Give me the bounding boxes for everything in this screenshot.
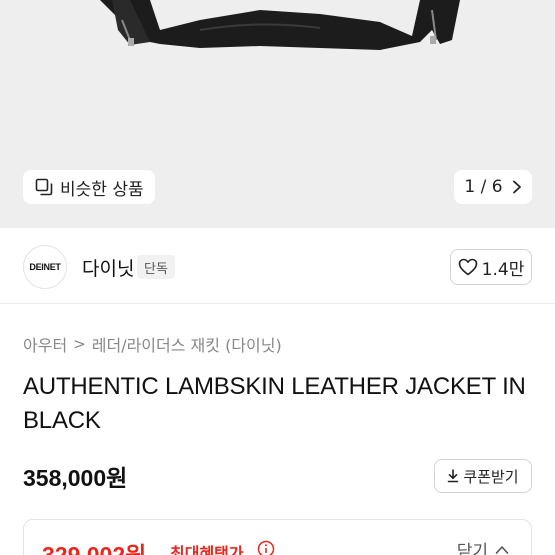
like-count: 1.4만	[481, 259, 525, 280]
brand-logo[interactable]: DEINET	[23, 245, 67, 289]
product-image-gallery[interactable]: 비슷한 상품 1 / 6	[0, 0, 555, 228]
breadcrumb-item-outer[interactable]: 아우터	[23, 332, 67, 356]
max-benefit-label: 최대혜택가	[170, 544, 244, 555]
brand-logo-text: DEINET	[29, 262, 61, 272]
similar-products-button[interactable]: 비슷한 상품	[23, 170, 155, 204]
info-circle-icon[interactable]	[257, 540, 275, 555]
similar-products-label: 비슷한 상품	[60, 179, 144, 200]
benefit-toggle-button[interactable]: 닫기	[457, 537, 509, 555]
product-title: AUTHENTIC LAMBSKIN LEATHER JACKET IN BLA…	[23, 373, 526, 434]
product-image	[100, 0, 460, 50]
download-icon	[448, 469, 459, 483]
chevron-right-icon	[512, 180, 521, 194]
breadcrumb-separator: >	[73, 335, 86, 353]
benefit-toggle-label: 닫기	[456, 542, 488, 555]
similar-products-icon	[35, 178, 53, 196]
divider	[0, 303, 555, 304]
max-benefit-price: 329,002원	[42, 542, 147, 555]
brand-name[interactable]: 다이닛	[82, 254, 134, 281]
coupon-download-button[interactable]: 쿠폰받기	[434, 459, 532, 493]
coupon-label: 쿠폰받기	[463, 467, 519, 486]
breadcrumb-item-leather-jacket[interactable]: 레더/라이더스 재킷 (다이닛)	[92, 332, 282, 356]
breadcrumb: 아우터 > 레더/라이더스 재킷 (다이닛)	[23, 332, 282, 356]
brand-row: DEINET 다이닛 단독 1.4만	[0, 245, 555, 289]
product-price: 358,000원	[23, 465, 128, 491]
max-benefit-panel: 329,002원 최대혜택가 닫기	[23, 519, 532, 555]
pager-text: 1 / 6	[464, 177, 503, 197]
chevron-up-icon	[495, 545, 509, 554]
heart-icon	[458, 258, 477, 276]
exclusive-badge: 단독	[137, 255, 175, 279]
image-pager[interactable]: 1 / 6	[454, 170, 532, 204]
like-button[interactable]: 1.4만	[450, 249, 532, 285]
